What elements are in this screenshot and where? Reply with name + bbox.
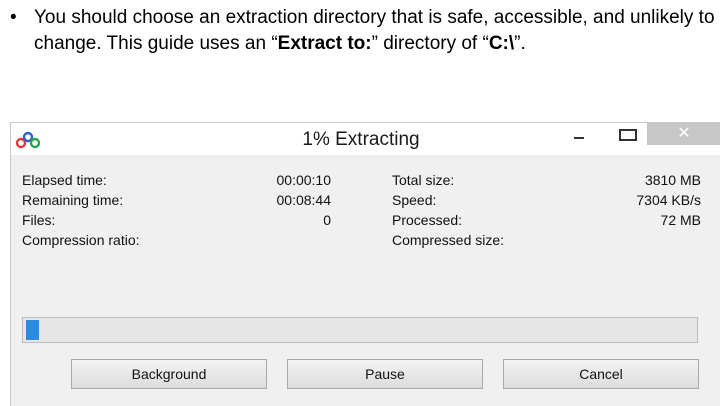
pause-button[interactable]: Pause [287, 359, 483, 389]
files-label: Files: [22, 212, 56, 228]
close-button[interactable]: ✕ [647, 123, 720, 145]
elapsed-time-value: 00:00:10 [276, 172, 332, 188]
drive-path-bold: C:\ [488, 33, 515, 54]
remaining-time-label: Remaining time: [22, 192, 124, 208]
title-bar: 1% Extracting ✕ [11, 123, 720, 155]
instruction-text: You should choose an extraction director… [34, 5, 716, 57]
extraction-dialog: 1% Extracting ✕ Elapsed time: 00:00:10 R… [10, 122, 720, 406]
files-value: 0 [323, 212, 331, 228]
instruction-bullet: • You should choose an extraction direct… [10, 5, 716, 57]
minimize-button[interactable] [566, 123, 592, 145]
bullet-marker: • [10, 7, 17, 28]
close-icon: ✕ [677, 125, 691, 142]
instruction-text-part2: ” directory of “ [371, 33, 489, 54]
window-title: 1% Extracting [302, 129, 420, 150]
total-size-value: 3810 MB [644, 172, 701, 188]
remaining-time-value: 00:08:44 [276, 192, 332, 208]
maximize-button[interactable] [611, 123, 641, 145]
background-button[interactable]: Background [71, 359, 267, 389]
extract-to-bold: Extract to: [277, 33, 372, 54]
processed-label: Processed: [392, 212, 463, 228]
processed-value: 72 MB [660, 212, 701, 228]
compressed-size-label: Compressed size: [392, 232, 505, 248]
progress-bar-fill [26, 320, 39, 340]
compression-ratio-label: Compression ratio: [22, 232, 140, 248]
total-size-label: Total size: [392, 172, 455, 188]
instruction-text-part3: ”. [514, 33, 526, 54]
speed-value: 7304 KB/s [636, 192, 701, 208]
cancel-button[interactable]: Cancel [503, 359, 699, 389]
elapsed-time-label: Elapsed time: [22, 172, 107, 188]
progress-bar [22, 317, 698, 343]
speed-label: Speed: [392, 192, 437, 208]
